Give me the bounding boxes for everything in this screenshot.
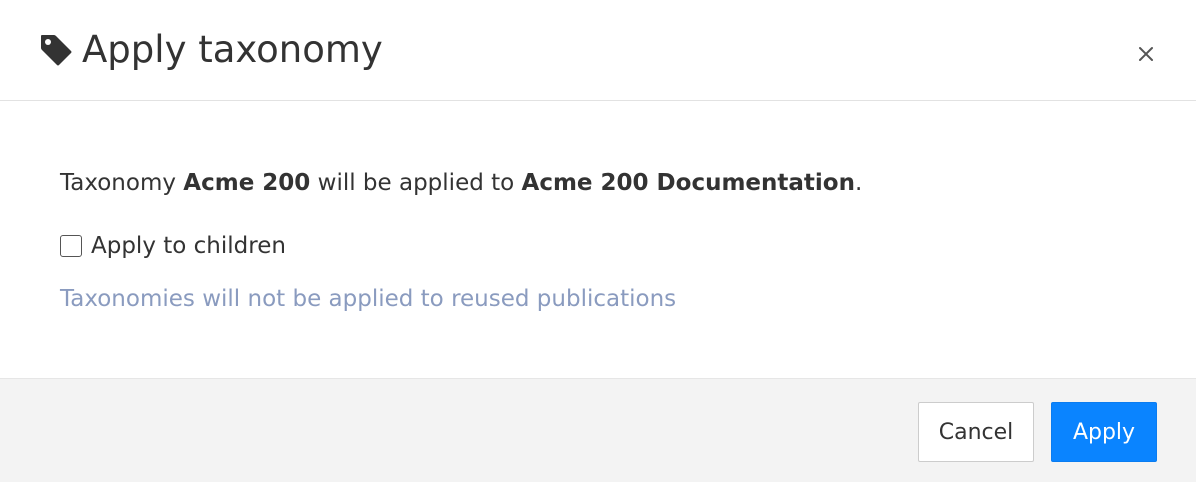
cancel-button[interactable]: Cancel bbox=[918, 402, 1034, 462]
message-suffix: . bbox=[854, 170, 863, 196]
message-prefix: Taxonomy bbox=[60, 170, 184, 196]
taxonomy-name: Acme 200 bbox=[183, 170, 311, 196]
apply-message: Taxonomy Acme 200 will be applied to Acm… bbox=[60, 167, 862, 199]
apply-to-children-checkbox[interactable] bbox=[60, 235, 82, 257]
tag-icon bbox=[41, 35, 72, 66]
apply-button[interactable]: Apply bbox=[1051, 402, 1157, 462]
dialog-body: Taxonomy Acme 200 will be applied to Acm… bbox=[0, 101, 1196, 378]
apply-taxonomy-dialog: Apply taxonomy Taxonomy Acme 200 will be… bbox=[0, 0, 1196, 482]
dialog-title: Apply taxonomy bbox=[82, 28, 383, 71]
publication-name: Acme 200 Documentation bbox=[521, 170, 855, 196]
apply-to-children-option[interactable]: Apply to children bbox=[60, 229, 286, 263]
message-middle: will be applied to bbox=[310, 170, 522, 196]
dialog-header: Apply taxonomy bbox=[0, 0, 1196, 101]
apply-to-children-label[interactable]: Apply to children bbox=[91, 230, 286, 262]
close-icon[interactable] bbox=[1132, 40, 1160, 68]
dialog-footer: Cancel Apply bbox=[0, 378, 1196, 482]
reused-publications-note: Taxonomies will not be applied to reused… bbox=[60, 286, 677, 312]
